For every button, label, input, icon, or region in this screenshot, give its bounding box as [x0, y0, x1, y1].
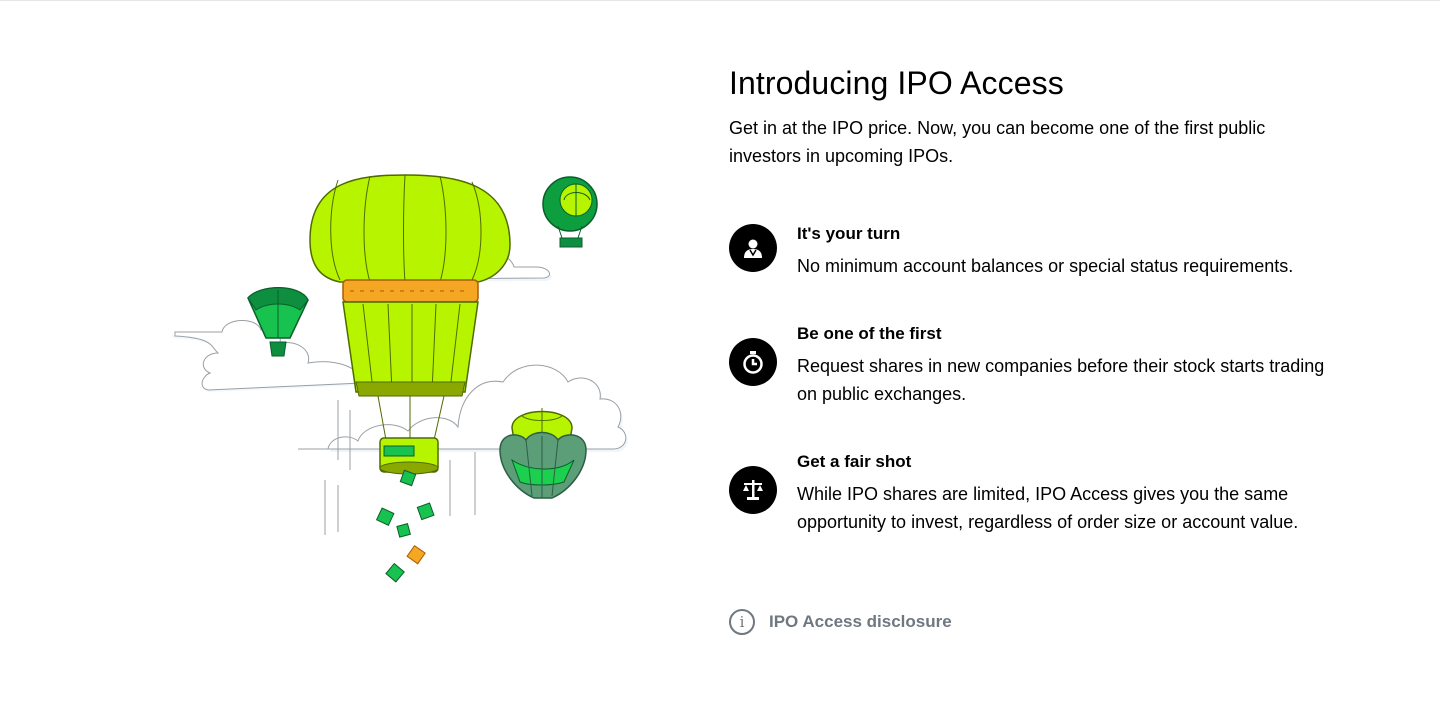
hot-air-balloons-illustration — [160, 160, 640, 600]
page-title: Introducing IPO Access — [729, 65, 1064, 101]
falling-cubes — [375, 469, 435, 583]
person-icon — [729, 224, 777, 272]
page-subtitle: Get in at the IPO price. Now, you can be… — [729, 118, 1266, 166]
feature-title: It's your turn — [797, 224, 901, 243]
info-icon: i — [729, 609, 755, 635]
stopwatch-icon — [729, 338, 777, 386]
feature-title: Get a fair shot — [797, 452, 912, 471]
feature-title: Be one of the first — [797, 324, 942, 343]
feature-description: While IPO shares are limited, IPO Access… — [797, 484, 1299, 532]
disclosure-label: IPO Access disclosure — [769, 612, 952, 631]
balloon-small-top-right — [542, 176, 598, 248]
feature-description: No minimum account balances or special s… — [797, 256, 1294, 276]
scales-icon — [729, 466, 777, 514]
ipo-access-intro: Introducing IPO Access Get in at the IPO… — [729, 62, 1349, 635]
ipo-access-disclosure-link[interactable]: i IPO Access disclosure — [729, 609, 952, 635]
top-divider — [0, 0, 1440, 1]
feature-description: Request shares in new companies before t… — [797, 356, 1325, 404]
balloons-svg — [172, 174, 628, 583]
